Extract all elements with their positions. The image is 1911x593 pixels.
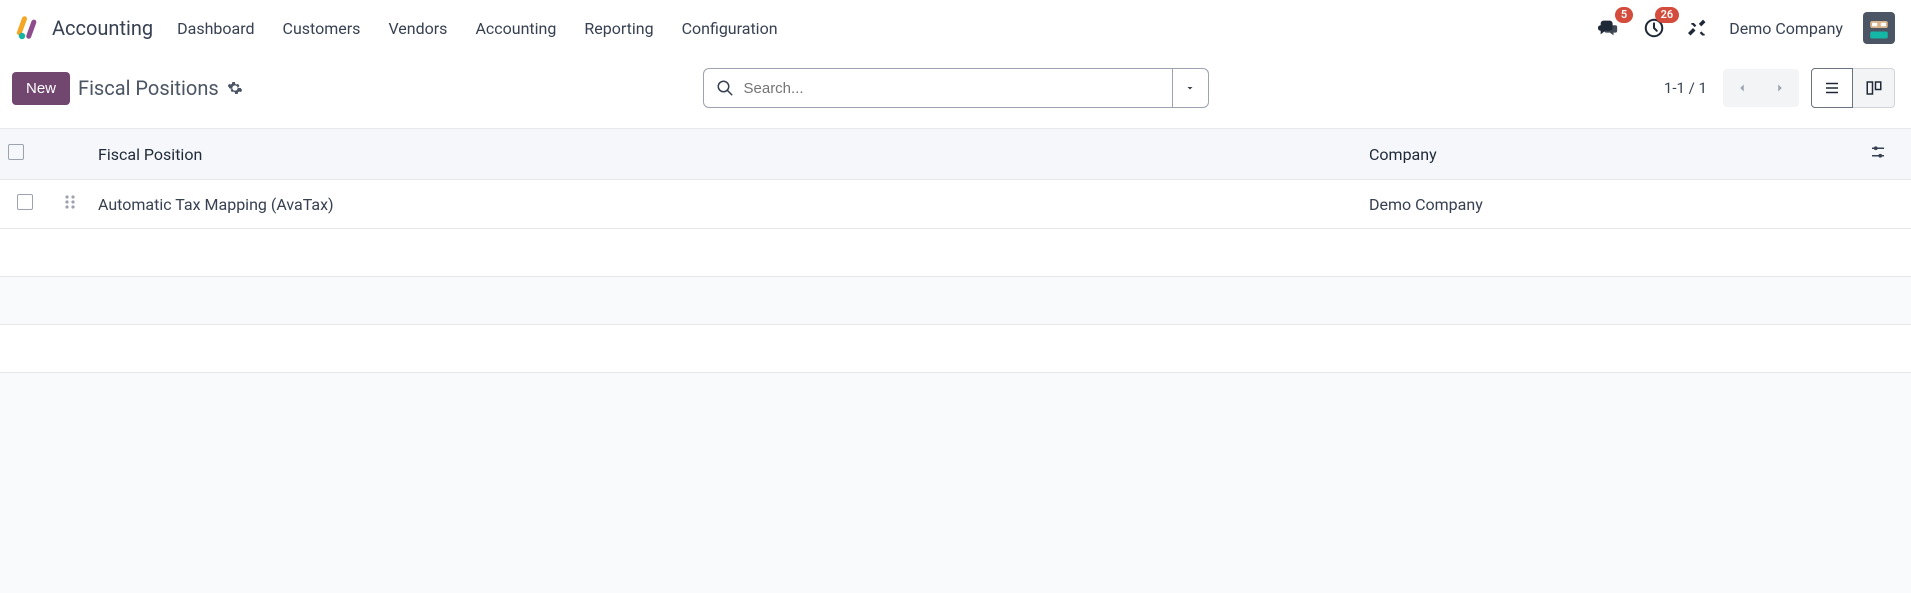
sliders-icon [1869,143,1887,161]
chevron-left-icon [1735,81,1749,95]
activities-button[interactable]: 26 [1641,15,1667,41]
nav-item-vendors[interactable]: Vendors [388,19,447,38]
pager-prev[interactable] [1723,69,1761,107]
list-view: Fiscal Position Company [0,128,1911,373]
app-title[interactable]: Accounting [52,16,153,40]
control-panel-right: 1-1 / 1 [1664,68,1895,108]
messages-button[interactable]: 5 [1595,15,1621,41]
avatar-icon [1865,14,1893,42]
search-box[interactable] [703,68,1173,108]
pager-next[interactable] [1761,69,1799,107]
tools-icon [1688,18,1708,38]
chat-icon [1597,17,1619,39]
caret-down-icon [1184,82,1196,94]
table-spacer-row [0,277,1911,325]
search-input[interactable] [744,80,1160,97]
activities-badge: 26 [1655,7,1680,23]
messages-badge: 5 [1615,7,1633,23]
column-header-fiscal-position[interactable]: Fiscal Position [90,129,1361,180]
nav-item-configuration[interactable]: Configuration [682,19,778,38]
debug-button[interactable] [1687,15,1709,41]
nav-item-dashboard[interactable]: Dashboard [177,19,254,38]
user-avatar[interactable] [1863,12,1895,44]
cell-company: Demo Company [1361,180,1861,229]
navbar-right: 5 26 Demo Company [1595,12,1895,44]
control-panel: New Fiscal Positions 1-1 / 1 [0,56,1911,128]
search-container [703,68,1209,108]
breadcrumb: Fiscal Positions [78,76,219,100]
new-button[interactable]: New [12,72,70,105]
table-footer-row [0,229,1911,277]
cell-fiscal-position: Automatic Tax Mapping (AvaTax) [90,180,1361,229]
search-icon [716,79,734,97]
table-header-row: Fiscal Position Company [0,129,1911,180]
view-switcher [1811,68,1895,108]
pager-text[interactable]: 1-1 / 1 [1664,79,1707,97]
chevron-right-icon [1773,81,1787,95]
nav-item-customers[interactable]: Customers [283,19,361,38]
nav-item-reporting[interactable]: Reporting [584,19,653,38]
view-kanban-button[interactable] [1853,68,1895,108]
list-icon [1823,79,1841,97]
drag-handle-icon[interactable] [64,195,76,214]
row-checkbox[interactable] [17,194,33,210]
company-switcher[interactable]: Demo Company [1729,19,1843,38]
pager-buttons [1723,69,1799,107]
nav-menu: Dashboard Customers Vendors Accounting R… [177,19,777,38]
kanban-icon [1865,79,1883,97]
table-row[interactable]: Automatic Tax Mapping (AvaTax) Demo Comp… [0,180,1911,229]
table-footer-row-2 [0,325,1911,373]
app-logo[interactable] [16,16,40,40]
optional-columns-button[interactable] [1869,146,1887,165]
select-all-checkbox[interactable] [8,144,24,160]
gear-icon[interactable] [227,80,243,96]
nav-item-accounting[interactable]: Accounting [475,19,556,38]
search-options-toggle[interactable] [1173,68,1209,108]
top-navbar: Accounting Dashboard Customers Vendors A… [0,0,1911,56]
column-header-company[interactable]: Company [1361,129,1861,180]
view-list-button[interactable] [1811,68,1853,108]
